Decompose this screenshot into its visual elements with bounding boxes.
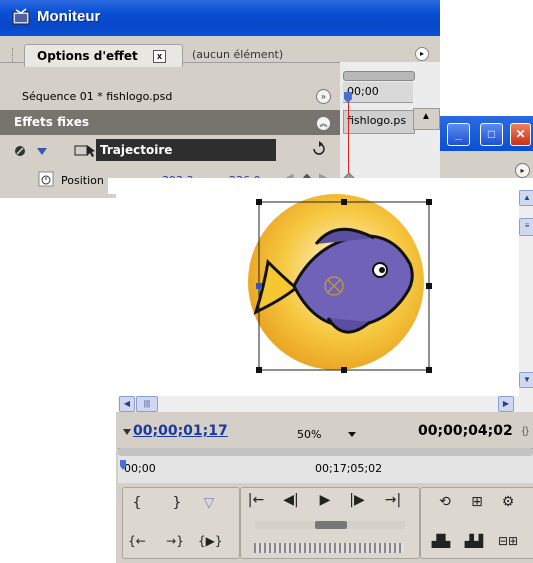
viewer-horizontal-scrollbar[interactable]: ◀ ||| ▶ [118, 396, 533, 412]
transform-icon[interactable] [74, 143, 96, 158]
vertical-scroll-thumb[interactable]: ≡ [519, 218, 533, 236]
duration-timecode: 00;00;04;02 [418, 423, 513, 439]
effect-name-field[interactable]: Trajectoire [96, 139, 276, 161]
sequence-label: Séquence 01 * fishlogo.psd [22, 90, 173, 103]
set-in-point-button[interactable]: { [126, 492, 148, 514]
scroll-left-icon[interactable]: ◀ [119, 396, 135, 412]
step-forward-button[interactable]: |▶ [346, 489, 368, 511]
step-back-to-start-button[interactable]: |← [245, 489, 267, 511]
expand-triangle-icon[interactable] [36, 147, 48, 156]
extract-button[interactable]: ▟▟ [463, 530, 485, 552]
stopwatch-icon[interactable] [38, 171, 54, 187]
fixed-effects-header: Effets fixes [0, 110, 340, 135]
step-back-button[interactable]: ◀| [280, 489, 302, 511]
tab-no-element[interactable]: (aucun élément) [192, 48, 283, 61]
chevron-down-icon[interactable] [347, 431, 357, 438]
monitor-app-icon [12, 8, 30, 25]
property-label: Position [61, 174, 104, 187]
scroll-up-icon[interactable]: ▲ [519, 190, 533, 206]
panel-menu-icon[interactable]: ▸ [415, 47, 429, 61]
play-button[interactable]: ▶ [314, 489, 336, 511]
tab-grip[interactable] [12, 48, 16, 62]
set-out-point-button[interactable]: } [166, 492, 188, 514]
section-title: Effets fixes [14, 115, 90, 129]
trim-button[interactable]: ⊟⊞ [497, 530, 519, 552]
collapse-icon[interactable]: ︽ [316, 116, 331, 131]
go-to-in-button[interactable]: {← [126, 530, 148, 552]
zoom-level-select[interactable]: 50% [297, 428, 321, 441]
scroll-right-icon[interactable]: ▶ [498, 396, 514, 412]
set-marker-button[interactable]: ▽ [198, 492, 220, 514]
horizontal-scroll-thumb[interactable]: ||| [136, 396, 158, 412]
window-title: Moniteur [37, 8, 101, 25]
timeline-zoom-bar[interactable] [343, 71, 415, 81]
fish-logo-image[interactable] [116, 194, 516, 396]
monitor-playhead-icon[interactable] [120, 460, 126, 488]
step-forward-to-end-button[interactable]: →| [382, 489, 404, 511]
in-out-duration-icon: {} [522, 426, 529, 437]
ruler-start-label: 00;00 [124, 462, 156, 475]
shuttle-handle[interactable] [315, 521, 347, 529]
current-timecode[interactable]: 00;00;01;17 [133, 423, 228, 439]
ruler-zoom-bar[interactable] [118, 448, 533, 456]
scroll-down-icon[interactable]: ▼ [519, 372, 533, 388]
program-viewer[interactable] [116, 194, 516, 396]
go-to-out-button[interactable]: →} [164, 530, 186, 552]
timeline-scroll-up[interactable]: ▲ [413, 108, 440, 130]
close-icon[interactable]: x [153, 50, 166, 63]
close-window-button[interactable]: ✕ [510, 123, 531, 146]
timecode-menu-icon[interactable] [122, 428, 132, 436]
play-in-to-out-button[interactable]: {▶} [198, 530, 223, 552]
clip-name: fishlogo.ps [347, 114, 407, 127]
reset-icon[interactable] [311, 140, 327, 158]
ruler-mark-label: 00;17;05;02 [315, 462, 383, 475]
output-settings-icon[interactable]: ⚙ [497, 491, 519, 513]
current-time-line [348, 94, 349, 184]
playhead-icon[interactable] [343, 92, 353, 104]
viewer-top-margin [108, 178, 533, 194]
chevron-up-icon: ▲ [421, 111, 431, 122]
effect-name: Trajectoire [100, 143, 173, 157]
tab-effect-options-label: Options d'effet [37, 49, 138, 63]
show-timeline-icon[interactable]: » [316, 89, 331, 104]
minimize-button[interactable]: _ [447, 123, 470, 146]
viewer-vertical-scrollbar[interactable]: ▲ ≡ ▼ [519, 190, 533, 400]
maximize-button[interactable]: □ [480, 123, 503, 146]
timeline-ruler[interactable]: 00;00 [343, 82, 413, 103]
jog-wheel[interactable] [254, 543, 404, 553]
window-menu-icon[interactable]: ▸ [515, 163, 530, 178]
shuttle-slider[interactable] [255, 521, 405, 529]
tab-effect-options[interactable]: Options d'effet x [24, 44, 183, 67]
fx-toggle-icon[interactable] [14, 145, 26, 157]
timeline-clip[interactable]: fishlogo.ps [343, 110, 415, 134]
safe-margins-icon[interactable]: ⊞ [466, 491, 488, 513]
lift-button[interactable]: ▟▙ [430, 530, 452, 552]
loop-icon[interactable]: ⟲ [434, 491, 456, 513]
window-title-bar[interactable]: Moniteur [0, 0, 440, 36]
